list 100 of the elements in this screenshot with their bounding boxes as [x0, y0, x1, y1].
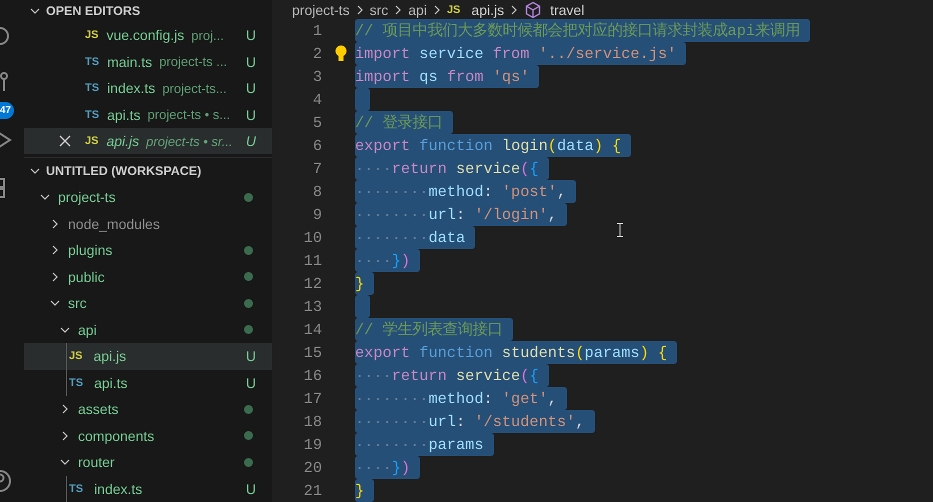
- folder-item[interactable]: plugins: [24, 237, 272, 264]
- line-number: 3: [312, 68, 322, 86]
- modified-dot: [244, 431, 253, 440]
- file-item[interactable]: TS api.ts U: [24, 370, 272, 396]
- chevron-down-icon[interactable]: [40, 192, 50, 202]
- file-item[interactable]: JS api.js U: [24, 343, 272, 370]
- section-title[interactable]: OPEN EDITORS: [46, 4, 140, 18]
- chevron-right-icon: [509, 4, 520, 14]
- lightbulb-icon[interactable]: [335, 45, 347, 62]
- git-status: U: [246, 374, 256, 391]
- file-name: index.ts: [94, 480, 142, 497]
- folder-name: node_modules: [68, 216, 160, 232]
- line-number: 4: [312, 90, 322, 108]
- line-number: 9: [312, 206, 322, 224]
- line-number: 14: [302, 320, 322, 338]
- file-type-icon: TS: [85, 108, 100, 121]
- file-type-icon: JS: [446, 4, 460, 16]
- modified-dot: [244, 404, 253, 414]
- file-type-icon: JS: [85, 29, 98, 42]
- modified-dot: [244, 298, 253, 308]
- section-title[interactable]: UNTITLED (WORKSPACE): [46, 164, 202, 178]
- chevron-down-icon[interactable]: [30, 166, 40, 176]
- chevron-right-icon: [354, 4, 365, 14]
- file-name: api.ts: [107, 106, 141, 123]
- line-number: 1: [312, 22, 322, 40]
- open-editor-item[interactable]: JS vue.config.js proj... U: [24, 22, 272, 48]
- line-number: 17: [302, 390, 322, 408]
- close-icon[interactable]: [59, 135, 71, 148]
- line-number: 21: [302, 482, 322, 500]
- file-type-icon: TS: [69, 482, 84, 495]
- chevron-right-icon[interactable]: [50, 218, 60, 229]
- file-name: main.ts: [107, 54, 152, 70]
- folder-item[interactable]: components: [24, 422, 272, 450]
- chevron-down-icon[interactable]: [30, 6, 40, 16]
- line-number: 11: [302, 252, 322, 270]
- modified-dot: [244, 272, 253, 282]
- modified-dot: [244, 325, 253, 334]
- breadcrumb-item[interactable]: travel: [550, 2, 584, 18]
- chevron-right-icon[interactable]: [60, 404, 70, 414]
- modified-dot: [244, 246, 253, 255]
- file-name: api.ts: [94, 374, 128, 391]
- file-path: project-ts • s...: [148, 107, 230, 122]
- folder-item[interactable]: api: [24, 316, 272, 344]
- git-status: U: [246, 80, 256, 96]
- file-name: api.js: [106, 133, 140, 150]
- modified-dot: [244, 192, 253, 202]
- folder-item[interactable]: assets: [24, 396, 272, 423]
- line-number: 7: [312, 160, 322, 178]
- folder-name: api: [78, 322, 97, 338]
- folder-name: components: [78, 428, 154, 444]
- chevron-down-icon[interactable]: [50, 298, 60, 308]
- open-editor-item[interactable]: TS index.ts project-ts... U: [24, 74, 272, 102]
- chevron-down-icon[interactable]: [60, 324, 70, 335]
- line-number: 20: [302, 458, 322, 476]
- breadcrumb-item[interactable]: src: [370, 2, 388, 18]
- folder-item[interactable]: router: [24, 449, 272, 476]
- file-path: project-ts • sr...: [146, 134, 233, 149]
- chevron-right-icon: [432, 4, 442, 14]
- chevron-down-icon[interactable]: [60, 457, 70, 468]
- text-cursor-icon: [617, 223, 623, 237]
- file-type-icon: JS: [85, 135, 98, 148]
- file-path: project-ts...: [162, 80, 227, 96]
- git-status: U: [246, 106, 256, 123]
- line-number: 19: [302, 436, 322, 454]
- folder-name: src: [68, 295, 87, 312]
- open-editor-item[interactable]: JS api.js project-ts • sr... U: [24, 128, 272, 154]
- chevron-right-icon[interactable]: [50, 272, 60, 282]
- cube-icon: [524, 0, 542, 18]
- folder-item[interactable]: src: [24, 290, 272, 317]
- chevron-right-icon[interactable]: [60, 430, 70, 441]
- breadcrumb-item[interactable]: api: [408, 2, 427, 18]
- modified-dot: [244, 458, 253, 467]
- folder-name: assets: [78, 401, 118, 418]
- open-editor-item[interactable]: TS main.ts project-ts ... U: [24, 48, 272, 75]
- line-number: 8: [312, 182, 322, 200]
- file-path: project-ts ...: [159, 54, 228, 70]
- git-status: U: [246, 27, 256, 44]
- folder-item[interactable]: project-ts: [24, 184, 272, 211]
- file-name: api.js: [93, 348, 126, 364]
- breadcrumb-item[interactable]: api.js: [471, 2, 504, 18]
- chevron-right-icon: [393, 4, 404, 14]
- folder-name: plugins: [68, 242, 112, 258]
- file-path: proj...: [191, 28, 224, 43]
- breadcrumb-item[interactable]: project-ts: [292, 2, 350, 18]
- file-type-icon: TS: [85, 56, 100, 68]
- file-item[interactable]: TS index.ts U: [24, 476, 272, 502]
- folder-name: public: [68, 268, 105, 285]
- git-status: U: [246, 54, 256, 70]
- open-editor-item[interactable]: TS api.ts project-ts • s... U: [24, 101, 272, 128]
- notification-badge: 47: [0, 102, 14, 119]
- line-number: 13: [302, 298, 322, 316]
- file-name: index.ts: [107, 80, 156, 96]
- folder-name: router: [78, 454, 115, 470]
- folder-item[interactable]: node_modules: [24, 210, 272, 238]
- chevron-right-icon[interactable]: [50, 245, 60, 256]
- line-number: 6: [312, 136, 322, 154]
- line-number: 2: [312, 44, 322, 62]
- git-status: U: [246, 480, 256, 497]
- file-type-icon: JS: [69, 350, 82, 362]
- folder-item[interactable]: public: [24, 264, 272, 290]
